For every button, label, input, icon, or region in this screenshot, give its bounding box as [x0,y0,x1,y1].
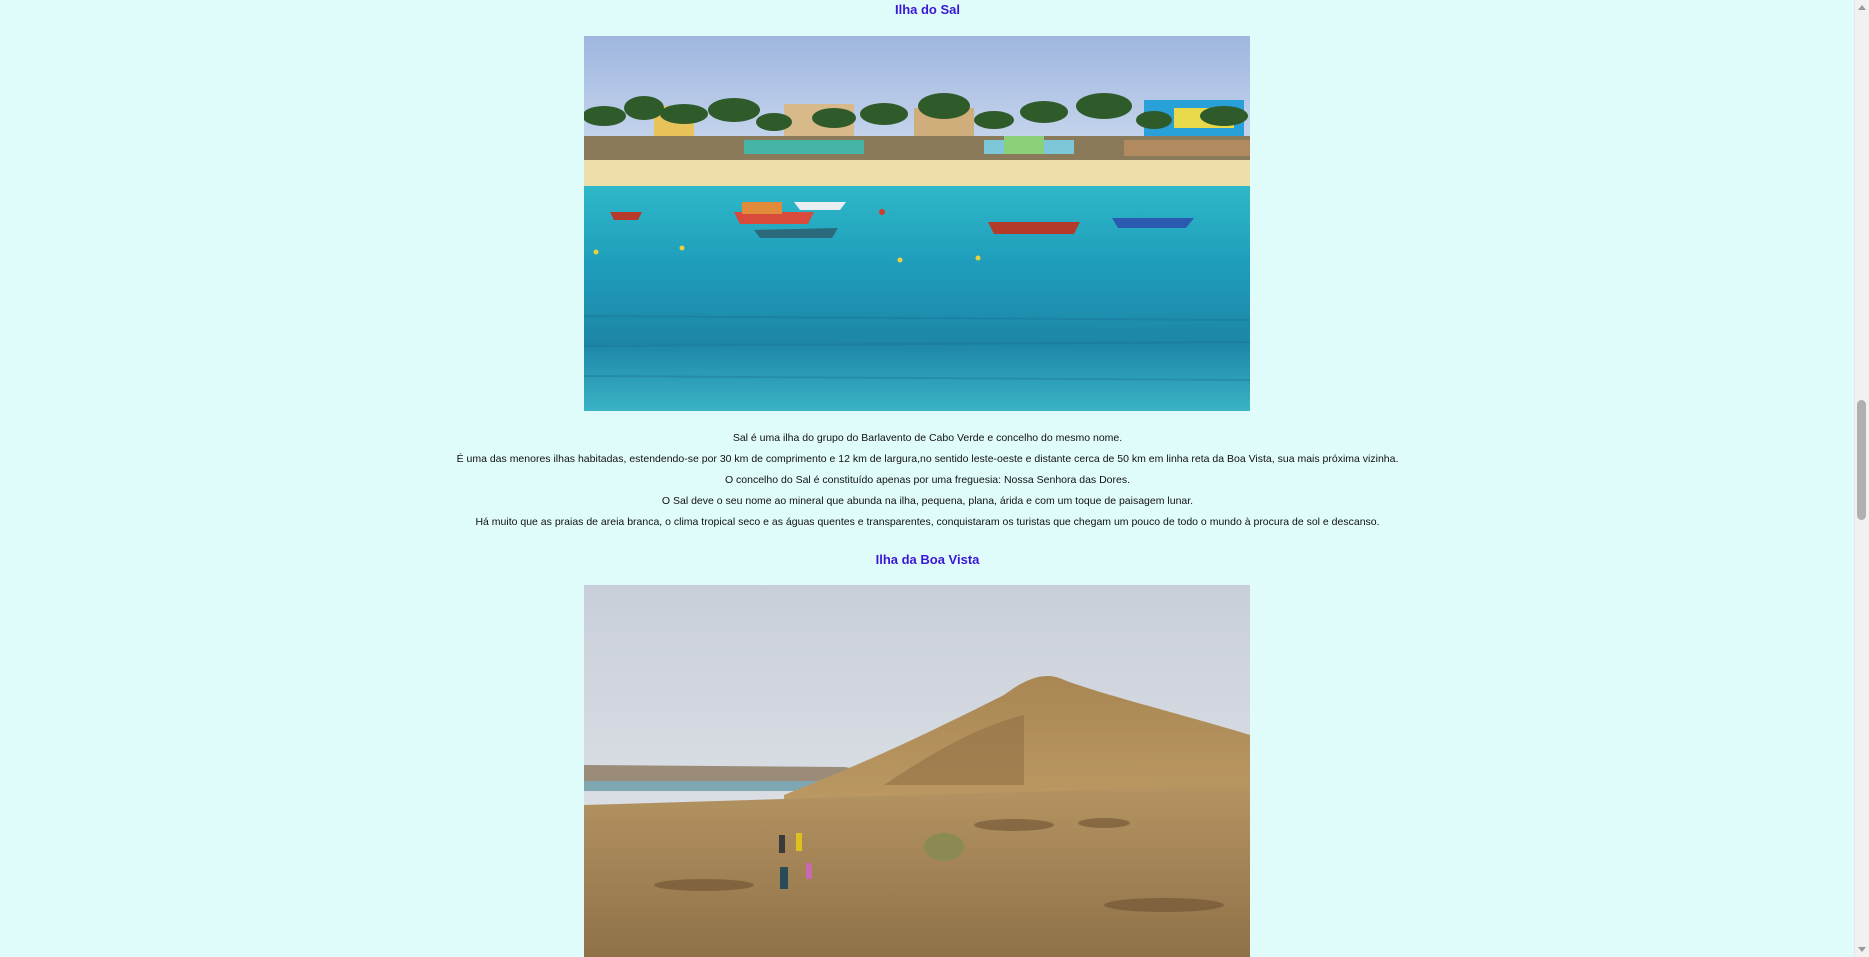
scrollbar-thumb[interactable] [1857,400,1866,520]
sal-beach-photo [584,36,1250,411]
section-title-sal: Ilha do Sal [894,2,960,17]
sal-paragraph-3: O concelho do Sal é constituído apenas p… [724,474,1131,486]
triangle-up-icon[interactable] [1858,5,1866,10]
sal-paragraph-4: O Sal deve o seu nome ao mineral que abu… [661,495,1194,507]
sal-paragraph-5: Há muito que as praias de areia branca, … [475,516,1380,528]
page: Ilha do Sal Sal é uma ilha do grupo do B… [0,0,1855,957]
triangle-down-icon[interactable] [1858,947,1866,952]
sal-paragraph-1: Sal é uma ilha do grupo do Barlavento de… [732,432,1123,444]
vertical-scrollbar[interactable] [1854,0,1869,957]
boa-vista-desert-photo [584,585,1250,957]
sal-paragraph-2: É uma das menores ilhas habitadas, esten… [456,453,1399,465]
section-title-boa-vista: Ilha da Boa Vista [875,552,980,567]
sal-description: Sal é uma ilha do grupo do Barlavento de… [0,428,1855,533]
